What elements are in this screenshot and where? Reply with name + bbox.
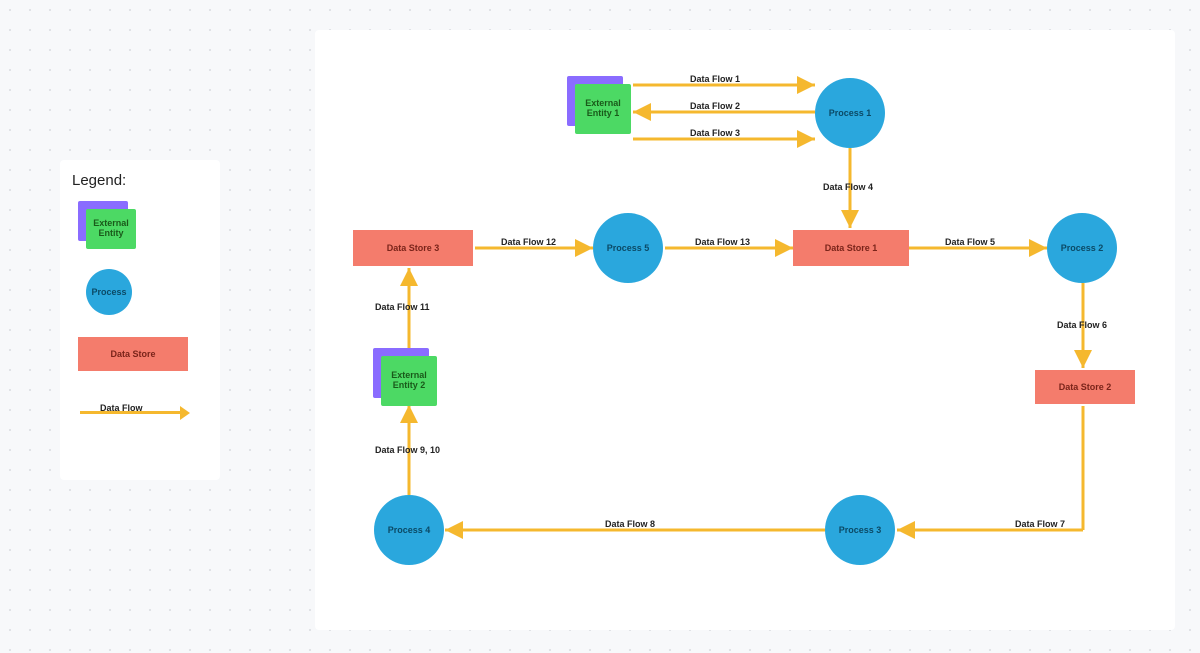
process-1[interactable]: Process 1 — [815, 78, 885, 148]
process-4-label: Process 4 — [388, 525, 431, 535]
flow-8-label: Data Flow 8 — [605, 519, 655, 529]
external-entity-icon: External Entity — [86, 209, 136, 249]
legend-data-flow: Data Flow — [72, 397, 208, 429]
flow-7-label: Data Flow 7 — [1015, 519, 1065, 529]
data-store-1-label: Data Store 1 — [825, 243, 878, 253]
process-4[interactable]: Process 4 — [374, 495, 444, 565]
legend-external-entity: External Entity — [72, 201, 208, 251]
flow-1-label: Data Flow 1 — [690, 74, 740, 84]
legend-title: Legend: — [72, 172, 208, 189]
flow-6-label: Data Flow 6 — [1057, 320, 1107, 330]
flow-13-label: Data Flow 13 — [695, 237, 750, 247]
legend-panel: Legend: External Entity Process Data Sto… — [60, 160, 220, 480]
external-entity-2[interactable]: External Entity 2 — [381, 356, 437, 406]
data-store-1[interactable]: Data Store 1 — [793, 230, 909, 266]
flows-svg — [315, 30, 1175, 630]
legend-process-label: Process — [91, 287, 126, 297]
flow-11-label: Data Flow 11 — [375, 302, 430, 312]
flow-5-label: Data Flow 5 — [945, 237, 995, 247]
data-store-2[interactable]: Data Store 2 — [1035, 370, 1135, 404]
process-2[interactable]: Process 2 — [1047, 213, 1117, 283]
data-store-icon: Data Store — [78, 337, 188, 371]
flow-9-10-label: Data Flow 9, 10 — [375, 445, 440, 455]
process-3-label: Process 3 — [839, 525, 882, 535]
process-1-label: Process 1 — [829, 108, 872, 118]
flow-12-label: Data Flow 12 — [501, 237, 556, 247]
data-store-3[interactable]: Data Store 3 — [353, 230, 473, 266]
process-icon: Process — [86, 269, 132, 315]
flow-2-label: Data Flow 2 — [690, 101, 740, 111]
stage: Legend: External Entity Process Data Sto… — [0, 0, 1200, 653]
legend-data-store: Data Store — [72, 337, 208, 379]
data-store-3-label: Data Store 3 — [387, 243, 440, 253]
flow-3-label: Data Flow 3 — [690, 128, 740, 138]
arrow-head-icon — [180, 406, 190, 420]
legend-process: Process — [72, 269, 208, 319]
process-5-label: Process 5 — [607, 243, 650, 253]
legend-external-entity-label: External Entity — [86, 219, 136, 239]
diagram-canvas: Data Flow 1 Data Flow 2 Data Flow 3 Data… — [315, 30, 1175, 630]
process-3[interactable]: Process 3 — [825, 495, 895, 565]
process-5[interactable]: Process 5 — [593, 213, 663, 283]
flow-4-label: Data Flow 4 — [823, 182, 873, 192]
process-2-label: Process 2 — [1061, 243, 1104, 253]
external-entity-1-label: External Entity 1 — [575, 99, 631, 119]
external-entity-2-label: External Entity 2 — [381, 371, 437, 391]
legend-data-flow-label: Data Flow — [100, 403, 143, 413]
legend-data-store-label: Data Store — [110, 349, 155, 359]
external-entity-1[interactable]: External Entity 1 — [575, 84, 631, 134]
data-store-2-label: Data Store 2 — [1059, 382, 1112, 392]
